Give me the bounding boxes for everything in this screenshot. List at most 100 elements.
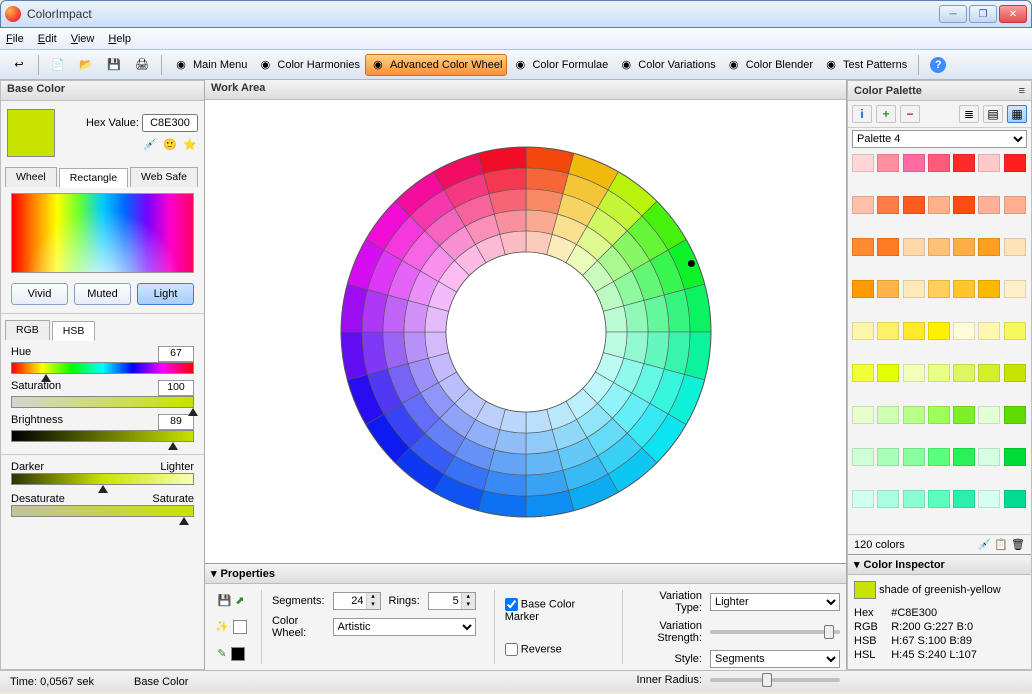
btn-vivid[interactable]: Vivid <box>11 283 68 305</box>
bgcolor-swatch[interactable] <box>231 647 245 661</box>
palette-swatch[interactable] <box>877 280 899 298</box>
smiley-icon[interactable]: 🙂 <box>162 136 178 152</box>
segments-spin[interactable]: 24▴▾ <box>333 592 381 610</box>
palette-swatch[interactable] <box>852 322 874 340</box>
palette-menu-icon[interactable]: ≡ <box>1019 85 1025 97</box>
palette-swatch[interactable] <box>978 238 1000 256</box>
palette-swatch[interactable] <box>978 364 1000 382</box>
palette-swatch[interactable] <box>903 490 925 508</box>
palette-swatch[interactable] <box>1004 406 1026 424</box>
palette-swatch[interactable] <box>1004 448 1026 466</box>
palette-swatch[interactable] <box>1004 154 1026 172</box>
palette-swatch[interactable] <box>852 280 874 298</box>
palette-swatch[interactable] <box>978 448 1000 466</box>
palette-swatch[interactable] <box>877 322 899 340</box>
work-area[interactable] <box>205 100 846 563</box>
palette-swatch[interactable] <box>877 238 899 256</box>
tab-rectangle[interactable]: Rectangle <box>59 168 128 188</box>
reverse-check[interactable]: Reverse <box>505 643 602 656</box>
palette-swatch[interactable] <box>978 322 1000 340</box>
pencil-icon[interactable]: ✎ <box>217 647 226 661</box>
pal-eyedropper-icon[interactable]: 💉 <box>978 539 992 551</box>
palette-swatch[interactable] <box>953 280 975 298</box>
btn-light[interactable]: Light <box>137 283 194 305</box>
pal-trash-icon[interactable]: 🗑 <box>1011 539 1025 551</box>
pal-copy-icon[interactable]: 📋 <box>994 539 1008 551</box>
info-icon[interactable]: i <box>852 105 872 123</box>
palette-swatch[interactable] <box>1004 280 1026 298</box>
palette-swatch[interactable] <box>953 322 975 340</box>
mode-variations[interactable]: ◉Color Variations <box>613 54 720 76</box>
palette-swatch[interactable] <box>928 364 950 382</box>
mode-blender[interactable]: ◉Color Blender <box>721 54 818 76</box>
eyedropper-icon[interactable]: 💉 <box>142 136 158 152</box>
palette-swatch[interactable] <box>978 154 1000 172</box>
palette-swatch[interactable] <box>903 196 925 214</box>
palette-swatch[interactable] <box>877 490 899 508</box>
palette-swatch[interactable] <box>852 490 874 508</box>
remove-color-icon[interactable]: − <box>900 105 920 123</box>
add-color-icon[interactable]: + <box>876 105 896 123</box>
palette-swatch[interactable] <box>877 364 899 382</box>
palette-swatch[interactable] <box>903 238 925 256</box>
palette-swatch[interactable] <box>953 238 975 256</box>
minimize-button[interactable]: ─ <box>939 5 967 23</box>
menu-help[interactable]: Help <box>108 33 131 45</box>
palette-swatch[interactable] <box>928 280 950 298</box>
rect-picker[interactable] <box>11 193 194 273</box>
palette-swatch[interactable] <box>978 490 1000 508</box>
close-button[interactable]: ✕ <box>999 5 1027 23</box>
mode-mainmenu[interactable]: ◉Main Menu <box>168 54 252 76</box>
ir-slider[interactable] <box>710 678 840 682</box>
props-export-icon[interactable]: ⬈ <box>235 594 244 607</box>
palette-swatch[interactable] <box>953 490 975 508</box>
btn-muted[interactable]: Muted <box>74 283 131 305</box>
palette-swatch[interactable] <box>852 154 874 172</box>
view-list-icon[interactable]: ≣ <box>959 105 979 123</box>
base-color-swatch[interactable] <box>7 109 55 157</box>
properties-header[interactable]: ▾ Properties <box>205 564 846 584</box>
fgcolor-swatch[interactable] <box>233 620 247 634</box>
palette-swatch[interactable] <box>928 490 950 508</box>
palette-swatch[interactable] <box>903 280 925 298</box>
mode-formulae[interactable]: ◉Color Formulae <box>507 54 613 76</box>
palette-swatch[interactable] <box>978 196 1000 214</box>
tab-hsb[interactable]: HSB <box>52 321 96 341</box>
varstr-slider[interactable] <box>710 630 840 634</box>
view-large-icon[interactable]: ▤ <box>983 105 1003 123</box>
palette-select[interactable]: Palette 4 <box>852 130 1027 148</box>
rings-spin[interactable]: 5▴▾ <box>428 592 476 610</box>
palette-swatch[interactable] <box>903 406 925 424</box>
menu-file[interactable]: File <box>6 33 24 45</box>
menu-edit[interactable]: Edit <box>38 33 57 45</box>
bri-value[interactable]: 89 <box>158 414 194 430</box>
save-button[interactable]: 💾 <box>101 54 127 76</box>
color-wheel[interactable] <box>326 132 726 532</box>
magic-icon[interactable]: ✨ <box>215 620 229 634</box>
palette-swatch[interactable] <box>852 448 874 466</box>
back-button[interactable]: ↩ <box>6 54 32 76</box>
palette-swatch[interactable] <box>953 406 975 424</box>
tab-rgb[interactable]: RGB <box>5 320 50 340</box>
palette-swatch[interactable] <box>852 238 874 256</box>
palette-swatch[interactable] <box>928 196 950 214</box>
palette-swatch[interactable] <box>903 448 925 466</box>
view-grid-icon[interactable]: ▦ <box>1007 105 1027 123</box>
favorite-icon[interactable]: ⭐ <box>182 136 198 152</box>
maximize-button[interactable]: ❐ <box>969 5 997 23</box>
print-button[interactable]: 🖨 <box>129 54 155 76</box>
mode-advwheel[interactable]: ◉Advanced Color Wheel <box>365 54 508 76</box>
palette-swatch[interactable] <box>852 196 874 214</box>
palette-swatch[interactable] <box>1004 238 1026 256</box>
palette-swatch[interactable] <box>953 364 975 382</box>
palette-swatch[interactable] <box>978 280 1000 298</box>
hue-slider[interactable] <box>11 362 194 374</box>
bcm-check[interactable]: Base Color Marker <box>505 598 602 623</box>
palette-swatch[interactable] <box>928 154 950 172</box>
open-button[interactable]: 📂 <box>73 54 99 76</box>
mode-patterns[interactable]: ◉Test Patterns <box>818 54 912 76</box>
tab-wheel[interactable]: Wheel <box>5 167 57 187</box>
hex-input[interactable] <box>142 114 198 132</box>
palette-swatch[interactable] <box>877 406 899 424</box>
palette-swatch[interactable] <box>877 154 899 172</box>
